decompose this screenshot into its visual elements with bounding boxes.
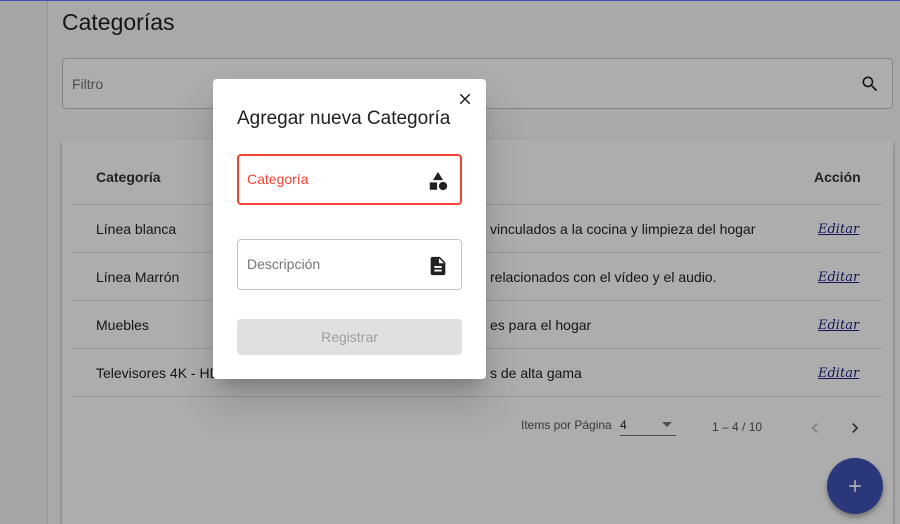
add-category-dialog: Agregar nueva Categoría Categoría Descri… — [213, 79, 486, 379]
category-field-label: Categoría — [247, 171, 309, 187]
description-field[interactable]: Descripción — [237, 239, 462, 290]
register-button[interactable]: Registrar — [237, 319, 462, 355]
app-top-border — [0, 0, 900, 1]
category-field[interactable]: Categoría — [237, 154, 462, 205]
description-field-label: Descripción — [247, 256, 321, 272]
close-icon[interactable] — [456, 90, 474, 108]
document-icon — [430, 256, 446, 276]
category-shapes-icon — [429, 171, 448, 191]
dialog-title: Agregar nueva Categoría — [237, 108, 451, 129]
